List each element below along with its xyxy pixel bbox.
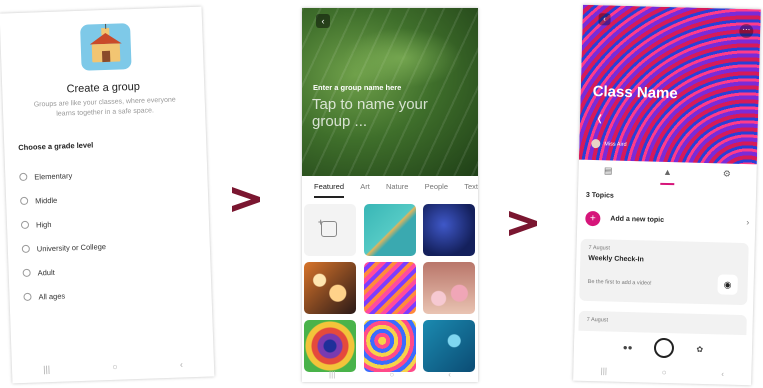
- radio-icon[interactable]: [20, 196, 29, 206]
- camera-icon[interactable]: ◉: [717, 274, 738, 295]
- image-icon: [321, 221, 337, 237]
- cover-option-tile[interactable]: [423, 204, 475, 256]
- back-arrow-icon[interactable]: ‹: [316, 14, 330, 28]
- cover-category-tabs: Featured Art Nature People Text: [302, 182, 478, 198]
- group-name-hint: Enter a group name here: [313, 83, 402, 92]
- add-topic-button[interactable]: + Add a new topic ›: [585, 208, 749, 232]
- grid-icon: ▤: [603, 165, 613, 176]
- home-icon[interactable]: ○: [662, 368, 667, 377]
- topic-date: 7 August: [588, 244, 611, 252]
- chevron-right-icon: ›: [746, 217, 750, 228]
- recent-apps-icon[interactable]: |||: [43, 364, 50, 374]
- tab-topics[interactable]: ▲: [652, 167, 682, 186]
- radio-icon[interactable]: [23, 292, 32, 301]
- tab-featured[interactable]: Featured: [314, 182, 345, 198]
- back-icon[interactable]: ‹: [721, 369, 724, 378]
- tab-art[interactable]: Art: [360, 182, 370, 198]
- cover-option-tile[interactable]: [364, 204, 416, 256]
- gear-icon: ⚙: [722, 168, 732, 179]
- grade-option-elementary[interactable]: Elementary: [19, 162, 104, 189]
- grade-option-label: High: [35, 219, 52, 229]
- system-nav-bar: ||| ○ ‹: [302, 370, 478, 379]
- cover-option-tile[interactable]: [304, 262, 356, 314]
- group-title: Class Name: [592, 83, 678, 103]
- add-topic-label: Add a new topic: [610, 215, 665, 224]
- members-icon[interactable]: ●●: [623, 342, 633, 351]
- group-tabs: ▤ ▲ ⚙: [578, 165, 756, 188]
- tab-people[interactable]: People: [425, 182, 448, 198]
- home-icon[interactable]: ○: [389, 370, 394, 379]
- grade-option-middle[interactable]: Middle: [20, 186, 105, 213]
- avatar: [591, 139, 601, 149]
- topic-hint: Be the first to add a video!: [587, 278, 652, 287]
- topic-date: 7 August: [586, 316, 609, 324]
- topics-icon: ▲: [662, 166, 673, 178]
- grade-level-heading: Choose a grade level: [18, 140, 94, 153]
- recent-apps-icon[interactable]: |||: [601, 366, 607, 375]
- bottom-action-bar: ●● ✿: [573, 330, 753, 366]
- grade-option-label: Elementary: [34, 170, 73, 182]
- create-group-screen: Create a group Groups are like your clas…: [0, 6, 215, 384]
- radio-icon[interactable]: [21, 244, 30, 254]
- cover-option-tile[interactable]: [304, 320, 356, 372]
- group-owner: Miss Aird: [591, 139, 627, 149]
- topic-card[interactable]: 7 August Weekly Check-In Be the first to…: [579, 238, 749, 306]
- name-group-screen: ‹ Enter a group name here Tap to name yo…: [302, 8, 478, 382]
- share-icon[interactable]: ❬: [596, 113, 604, 124]
- grade-level-options: Elementary Middle High University or Col…: [19, 162, 108, 309]
- grade-option-label: All ages: [38, 291, 66, 301]
- system-nav-bar: ||| ○ ‹: [12, 358, 214, 375]
- school-illustration-icon: [80, 23, 132, 71]
- back-icon[interactable]: ‹: [448, 370, 451, 379]
- cover-option-tile[interactable]: [423, 320, 475, 372]
- back-arrow-icon[interactable]: ‹: [598, 13, 611, 26]
- topics-count: 3 Topics: [585, 191, 614, 200]
- tab-nature[interactable]: Nature: [386, 182, 409, 198]
- chevron-right-arrow-icon: [509, 211, 537, 236]
- radio-icon[interactable]: [22, 268, 31, 277]
- cover-image: [302, 8, 478, 176]
- grade-option-all-ages[interactable]: All ages: [23, 282, 108, 309]
- cover-option-tile[interactable]: [423, 262, 475, 314]
- cover-option-tile[interactable]: [364, 320, 416, 372]
- topic-name: Weekly Check-In: [588, 254, 644, 264]
- system-nav-bar: ||| ○ ‹: [573, 366, 751, 380]
- tab-settings[interactable]: ⚙: [712, 168, 742, 187]
- page-subtitle: Groups are like your classes, where ever…: [33, 96, 176, 118]
- chevron-right-arrow-icon: [232, 187, 260, 212]
- grade-option-label: University or College: [36, 241, 107, 253]
- stickers-icon[interactable]: ✿: [696, 344, 703, 353]
- home-icon[interactable]: ○: [112, 362, 118, 372]
- grade-option-adult[interactable]: Adult: [22, 258, 107, 285]
- tab-text[interactable]: Text: [464, 182, 478, 198]
- grade-option-label: Adult: [37, 267, 55, 277]
- recent-apps-icon[interactable]: |||: [329, 370, 335, 379]
- cover-option-tile[interactable]: [364, 262, 416, 314]
- grade-option-label: Middle: [34, 195, 58, 206]
- tab-grid[interactable]: ▤: [593, 165, 623, 184]
- radio-icon[interactable]: [19, 172, 28, 182]
- owner-name: Miss Aird: [604, 140, 627, 148]
- group-name-input[interactable]: Tap to name your group ...: [312, 96, 470, 130]
- plus-icon: +: [585, 210, 601, 226]
- radio-icon[interactable]: [20, 220, 30, 230]
- group-home-screen: ‹ ⋯ Class Name ❬ Miss Aird ▤ ▲ ⚙ 3 Topic…: [573, 4, 761, 386]
- grade-option-high[interactable]: High: [20, 210, 106, 237]
- grade-option-university[interactable]: University or College: [21, 234, 106, 261]
- back-icon[interactable]: ‹: [180, 359, 183, 369]
- record-button[interactable]: [654, 337, 675, 359]
- upload-photo-tile[interactable]: +: [304, 204, 356, 256]
